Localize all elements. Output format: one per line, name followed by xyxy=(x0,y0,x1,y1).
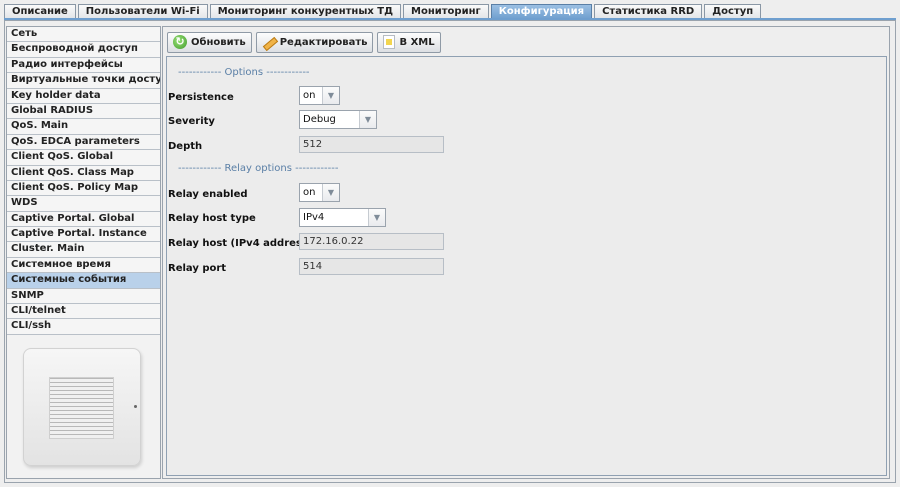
chevron-down-icon: ▼ xyxy=(322,87,339,104)
sidebar-item-network[interactable]: Сеть xyxy=(7,27,160,43)
relay-host-type-label: Relay host type xyxy=(168,213,256,224)
sidebar-item-client-qos-policy-map[interactable]: Client QoS. Policy Map xyxy=(7,180,160,197)
main-tab-bar: Описание Пользователи Wi-Fi Мониторинг к… xyxy=(4,3,763,19)
chevron-down-icon: ▼ xyxy=(322,184,339,201)
device-led xyxy=(134,405,137,408)
tab-rrd-statistics[interactable]: Статистика RRD xyxy=(594,4,703,19)
sidebar-item-virtual-aps[interactable]: Виртуальные точки доступа xyxy=(7,73,160,89)
persistence-value: on xyxy=(303,90,316,101)
chevron-down-icon: ▼ xyxy=(359,111,376,128)
sidebar-item-cli-ssh[interactable]: CLI/ssh xyxy=(7,319,160,335)
relay-host-field[interactable]: 172.16.0.22 xyxy=(299,233,444,250)
export-xml-button-label: В XML xyxy=(399,36,435,48)
sidebar-item-qos-edca[interactable]: QoS. EDCA parameters xyxy=(7,134,160,151)
severity-label: Severity xyxy=(168,116,215,127)
sidebar-item-cluster-main[interactable]: Cluster. Main xyxy=(7,242,160,258)
relay-enabled-select[interactable]: on ▼ xyxy=(299,183,340,202)
toolbar: ↻ Обновить Редактировать В XML xyxy=(166,30,886,54)
sidebar-item-global-radius[interactable]: Global RADIUS xyxy=(7,103,160,120)
edit-button-label: Редактировать xyxy=(279,36,368,48)
options-section-header: ------------ Options ------------ xyxy=(178,67,310,78)
severity-value: Debug xyxy=(303,114,336,125)
tab-configuration[interactable]: Конфигурация xyxy=(490,4,593,19)
xml-document-icon xyxy=(383,35,396,49)
relay-port-label: Relay port xyxy=(168,263,227,274)
sidebar-item-wireless-access[interactable]: Беспроводной доступ xyxy=(7,42,160,58)
refresh-icon: ↻ xyxy=(173,35,187,49)
sidebar-item-qos-main[interactable]: QoS. Main xyxy=(7,119,160,135)
settings-form: ------------ Options ------------ Persis… xyxy=(166,56,887,476)
tab-description[interactable]: Описание xyxy=(4,4,76,19)
sidebar-item-captive-portal-instance[interactable]: Captive Portal. Instance xyxy=(7,227,160,243)
relay-section-header: ------------ Relay options ------------ xyxy=(178,163,339,174)
relay-enabled-value: on xyxy=(303,187,316,198)
sidebar-item-snmp[interactable]: SNMP xyxy=(7,288,160,305)
relay-host-type-value: IPv4 xyxy=(303,212,325,223)
relay-enabled-label: Relay enabled xyxy=(168,189,248,200)
persistence-label: Persistence xyxy=(168,92,234,103)
edit-button[interactable]: Редактировать xyxy=(255,31,374,53)
sidebar-item-client-qos-global[interactable]: Client QoS. Global xyxy=(7,150,160,166)
access-point-device-image xyxy=(23,348,141,466)
sidebar-item-wds[interactable]: WDS xyxy=(7,196,160,212)
severity-select[interactable]: Debug ▼ xyxy=(299,110,377,129)
relay-host-type-select[interactable]: IPv4 ▼ xyxy=(299,208,386,227)
tab-wifi-users[interactable]: Пользователи Wi-Fi xyxy=(77,4,208,19)
refresh-button-label: Обновить xyxy=(191,36,246,48)
relay-port-field[interactable]: 514 xyxy=(299,258,444,275)
refresh-button[interactable]: ↻ Обновить xyxy=(167,31,252,53)
chevron-down-icon: ▼ xyxy=(368,209,385,226)
sidebar-item-client-qos-class-map[interactable]: Client QoS. Class Map xyxy=(7,165,160,181)
persistence-select[interactable]: on ▼ xyxy=(299,86,340,105)
pencil-icon xyxy=(262,35,276,49)
sidebar-item-cli-telnet[interactable]: CLI/telnet xyxy=(7,304,160,320)
tab-monitoring[interactable]: Мониторинг xyxy=(403,4,489,19)
device-vent-grille xyxy=(49,377,114,439)
depth-label: Depth xyxy=(168,141,203,152)
sidebar-item-system-time[interactable]: Системное время xyxy=(7,257,160,274)
main-panel: ↻ Обновить Редактировать В XML ---------… xyxy=(162,26,890,479)
export-xml-button[interactable]: В XML xyxy=(377,31,441,53)
config-sidebar: Сеть Беспроводной доступ Радио интерфейс… xyxy=(6,26,161,479)
sidebar-item-radio-interfaces[interactable]: Радио интерфейсы xyxy=(7,57,160,74)
relay-host-label: Relay host (IPv4 address) xyxy=(168,238,313,249)
sidebar-item-key-holder-data[interactable]: Key holder data xyxy=(7,88,160,104)
sidebar-item-system-events[interactable]: Системные события xyxy=(7,273,160,289)
sidebar-item-captive-portal-global[interactable]: Captive Portal. Global xyxy=(7,211,160,228)
depth-field[interactable]: 512 xyxy=(299,136,444,153)
tab-access[interactable]: Доступ xyxy=(704,4,762,19)
tab-competitor-ap-monitoring[interactable]: Мониторинг конкурентных ТД xyxy=(209,4,402,19)
